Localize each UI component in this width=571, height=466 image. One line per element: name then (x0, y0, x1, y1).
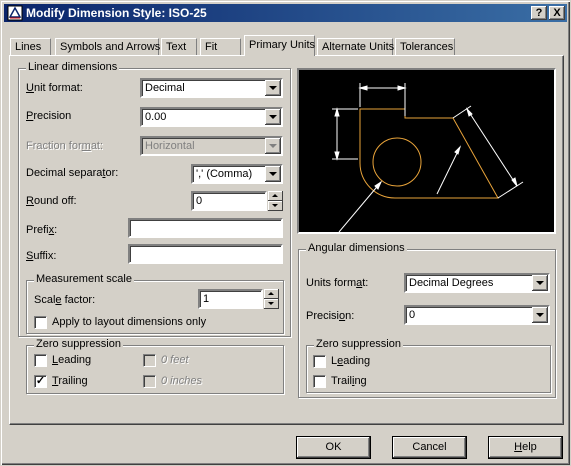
round-off-label: Round off: (26, 195, 77, 207)
chevron-down-icon (265, 138, 281, 154)
angular-trailing-label: Trailing (331, 375, 367, 387)
part-outline (359, 108, 499, 199)
round-off-input[interactable]: 0 (191, 191, 267, 211)
zero-suppression-linear-label: Zero suppression (34, 338, 123, 350)
leader-line (436, 146, 461, 195)
arrowhead (465, 107, 473, 117)
help-button[interactable]: Help (488, 436, 563, 459)
chevron-down-icon[interactable] (265, 166, 281, 182)
suffix-label: Suffix: (26, 250, 57, 262)
angular-precision-select[interactable]: 0 (404, 305, 550, 325)
prefix-input[interactable] (128, 218, 283, 238)
preview-drawing (332, 83, 524, 233)
tab-lines[interactable]: Lines (10, 38, 51, 56)
arrowhead (358, 85, 368, 91)
spin-up-icon[interactable] (264, 289, 279, 299)
window-title: Modify Dimension Style: ISO-25 (26, 6, 207, 20)
arrowhead (511, 177, 518, 187)
zero-suppression-angular-label: Zero suppression (314, 338, 403, 350)
angular-dimensions-label: Angular dimensions (306, 242, 407, 254)
angular-trailing-checkbox[interactable] (313, 375, 326, 388)
angular-units-format-select[interactable]: Decimal Degrees (404, 273, 550, 293)
scale-factor-input[interactable]: 1 (198, 289, 263, 309)
close-button[interactable]: X (549, 6, 565, 20)
leading-label: Leading (52, 354, 92, 366)
decimal-separator-label: Decimal separator: (26, 167, 119, 179)
scale-factor-spinner[interactable] (264, 289, 279, 309)
leader-line (338, 181, 382, 233)
preview-geometry (359, 108, 499, 199)
feet-checkbox (143, 354, 156, 367)
title-bar[interactable]: Modify Dimension Style: ISO-25 ? X (4, 4, 567, 22)
ok-button[interactable]: OK (296, 436, 371, 459)
tab-symbols-and-arrows[interactable]: Symbols and Arrows (55, 38, 160, 56)
tab-fit[interactable]: Fit (200, 38, 241, 56)
tab-tolerances[interactable]: Tolerances (395, 38, 455, 56)
arrowhead (454, 145, 462, 155)
scale-factor-label: Scale factor: (34, 294, 96, 306)
apply-layout-checkbox[interactable] (34, 316, 47, 329)
suffix-input[interactable] (128, 244, 283, 264)
angular-leading-checkbox[interactable] (313, 355, 326, 368)
fraction-format-label: Fraction format: (26, 140, 104, 152)
part-hole (372, 137, 422, 187)
cancel-button[interactable]: Cancel (392, 436, 467, 459)
chevron-down-icon[interactable] (532, 307, 548, 323)
chevron-down-icon[interactable] (532, 275, 548, 291)
trailing-checkbox[interactable]: ✓ (34, 375, 47, 388)
fraction-format-select: Horizontal (140, 136, 283, 156)
preview-dimensions (332, 83, 524, 233)
measurement-scale-label: Measurement scale (34, 273, 134, 285)
dialog-window: Modify Dimension Style: ISO-25 ? X Lines… (0, 0, 571, 466)
linear-dimensions-label: Linear dimensions (26, 61, 120, 73)
precision-select[interactable]: 0.00 (140, 107, 283, 127)
arrowhead (397, 85, 407, 91)
chevron-down-icon[interactable] (265, 80, 281, 96)
spin-up-icon[interactable] (268, 191, 283, 201)
ext-line (497, 181, 524, 199)
tab-primary-units[interactable]: Primary Units (244, 35, 315, 56)
tab-alternate-units[interactable]: Alternate Units (317, 38, 394, 56)
prefix-label: Prefix: (26, 224, 58, 236)
decimal-separator-select[interactable]: ',' (Comma) (191, 164, 283, 184)
dim-line (466, 108, 518, 187)
dimension-preview (297, 68, 556, 234)
angular-leading-label: Leading (331, 355, 371, 367)
spin-down-icon[interactable] (264, 299, 279, 309)
leading-checkbox[interactable] (34, 354, 47, 367)
apply-layout-label: Apply to layout dimensions only (52, 316, 207, 328)
units-format-label: Units format: (306, 277, 369, 289)
round-off-spinner[interactable] (268, 191, 283, 211)
arrowhead (334, 107, 340, 117)
unit-format-select[interactable]: Decimal (140, 78, 283, 98)
spin-down-icon[interactable] (268, 201, 283, 211)
help-title-button[interactable]: ? (531, 6, 547, 20)
inches-checkbox (143, 375, 156, 388)
trailing-label: Trailing (52, 375, 88, 387)
unit-format-label: Unit format: (26, 82, 83, 94)
feet-label: 0 feet (161, 354, 189, 366)
arrowhead (334, 151, 340, 161)
chevron-down-icon[interactable] (265, 109, 281, 125)
tab-text[interactable]: Text (161, 38, 197, 56)
app-icon (7, 5, 23, 21)
angular-precision-label: Precision: (306, 310, 355, 322)
inches-label: 0 inches (161, 375, 202, 387)
precision-label: Precision (26, 110, 72, 122)
